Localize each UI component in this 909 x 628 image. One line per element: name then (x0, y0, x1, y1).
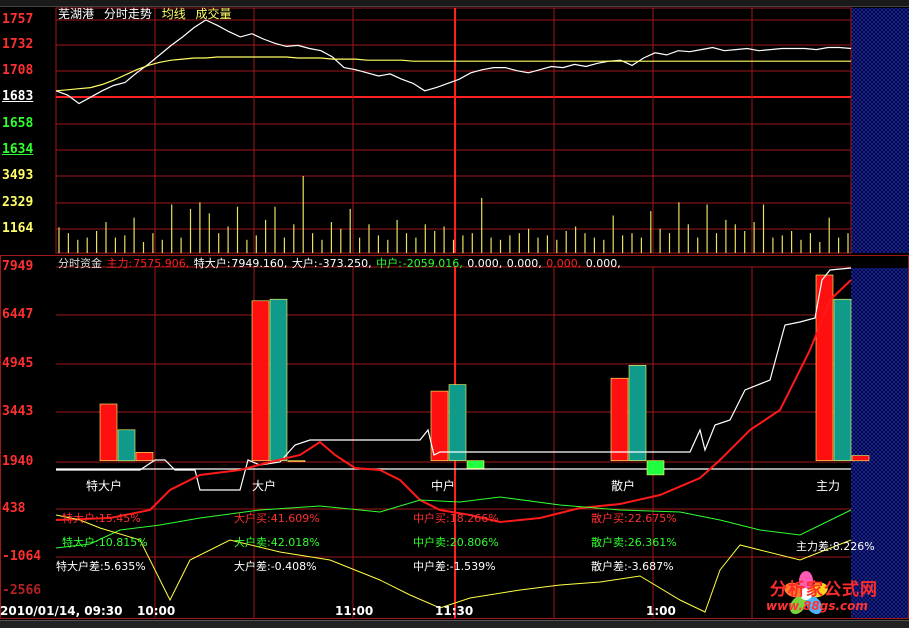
stat-buy-large: 大户买:41.609% (234, 512, 320, 525)
buy-bar (99, 403, 118, 462)
sell-bar (117, 429, 136, 462)
legend-main-value: 7575.906, (133, 257, 190, 270)
legend-large-value: -373.250, (318, 257, 372, 270)
diff-bar (851, 455, 870, 462)
legend-mid-label: 中户: (376, 257, 402, 270)
stat-buy-xl: 特大户:15.45% (62, 512, 141, 525)
category-label-retail: 散户 (611, 479, 636, 493)
legend-main-label: 主力: (106, 257, 133, 270)
time-label: 10:00 (137, 604, 176, 618)
flow-legend-title: 分时资金 (58, 257, 102, 270)
volume-label: 2329 (2, 195, 34, 210)
sell-bar (269, 298, 288, 462)
average-line (55, 56, 851, 92)
stat-diff-retail: 散户差:-3.687% (591, 560, 674, 573)
stock-chart-window: 芜湖港 分时走势 均线 成交量 1757 1732 1708 1683 1658… (0, 0, 909, 628)
legend-xl-label: 特大户: (193, 257, 231, 270)
category-label-xl: 特大户 (86, 479, 123, 493)
sell-bar (448, 384, 467, 462)
flow-axis-label: 438 (2, 501, 26, 516)
legend-item-timeshare: 分时走势 (103, 7, 152, 21)
diff-bar (466, 460, 485, 469)
category-label-main: 主力 (816, 479, 841, 493)
logo-name: 分析家公式网 (770, 580, 878, 600)
stat-sell-xl: 特大户:10.815% (62, 536, 148, 549)
legend-item-volume: 成交量 (195, 7, 232, 21)
buy-bar (815, 274, 834, 461)
flow-axis-label: 3443 (2, 404, 34, 419)
diff-bar (287, 460, 306, 463)
stat-sell-retail: 散户卖:26.361% (591, 536, 677, 549)
flow-axis-label: 6447 (2, 307, 34, 322)
future-area (851, 8, 909, 253)
price-panel-legend: 芜湖港 分时走势 均线 成交量 (58, 5, 238, 22)
buy-bar (430, 390, 449, 462)
stat-sell-large: 大户卖:42.018% (234, 536, 320, 549)
category-label-large: 大户 (252, 479, 277, 493)
sell-bar (628, 364, 647, 461)
stat-buy-mid: 中户买:18.266% (413, 512, 499, 525)
legend-xl-value: 7949.160, (231, 257, 288, 270)
legend-extra-value: 0.000, (506, 257, 542, 270)
flow-panel-legend: 分时资金 主力:7575.906, 特大户:7949.160, 大户:-373.… (58, 255, 622, 271)
legend-large-label: 大户: (291, 257, 318, 270)
stat-main-diff: 主力差:8.226% (796, 540, 875, 553)
flow-axis-label: -2566 (2, 583, 42, 598)
price-label: 1732 (2, 37, 34, 52)
buy-bar (251, 300, 270, 461)
stat-diff-large: 大户差:-0.408% (234, 560, 317, 573)
logo-url: www.88gs.com (766, 599, 868, 613)
flow-axis-label: 1940 (2, 454, 34, 469)
buy-bar (610, 377, 629, 462)
stat-sell-mid: 中户卖:20.806% (413, 536, 499, 549)
legend-extra-value: 0.000, (546, 257, 582, 270)
price-label: 1658 (2, 116, 34, 131)
time-label: 1:00 (646, 604, 676, 618)
stock-name: 芜湖港 (58, 7, 95, 21)
stat-diff-mid: 中户差:-1.539% (413, 560, 496, 573)
stat-diff-xl: 特大户差:5.635% (56, 560, 146, 573)
category-label-mid: 中户 (431, 479, 456, 493)
price-label: 1634 (2, 142, 34, 157)
diff-bar (646, 460, 665, 476)
flow-axis-label: -1064 (2, 549, 42, 564)
reference-price-label: 1683 (2, 89, 34, 104)
volume-label: 3493 (2, 168, 34, 183)
future-area (851, 268, 909, 618)
legend-extra-value: 0.000, (467, 257, 503, 270)
chart-canvas[interactable] (0, 0, 909, 627)
price-label: 1757 (2, 12, 34, 27)
time-label: 11:30 (435, 604, 474, 618)
volume-label: 1164 (2, 221, 34, 236)
sell-bar (833, 298, 852, 462)
flow-axis-label: 7949 (2, 259, 34, 274)
diff-bar (135, 451, 154, 461)
stat-buy-retail: 散户买:22.675% (591, 512, 677, 525)
flow-axis-label: 4945 (2, 356, 34, 371)
legend-item-avg: 均线 (161, 7, 186, 21)
legend-extra-value: 0.000, (585, 257, 621, 270)
time-label: 11:00 (335, 604, 374, 618)
time-label-date: 2010/01/14, 09:30 (0, 604, 123, 618)
price-label: 1708 (2, 63, 34, 78)
legend-mid-value: -2059.016, (402, 257, 463, 270)
